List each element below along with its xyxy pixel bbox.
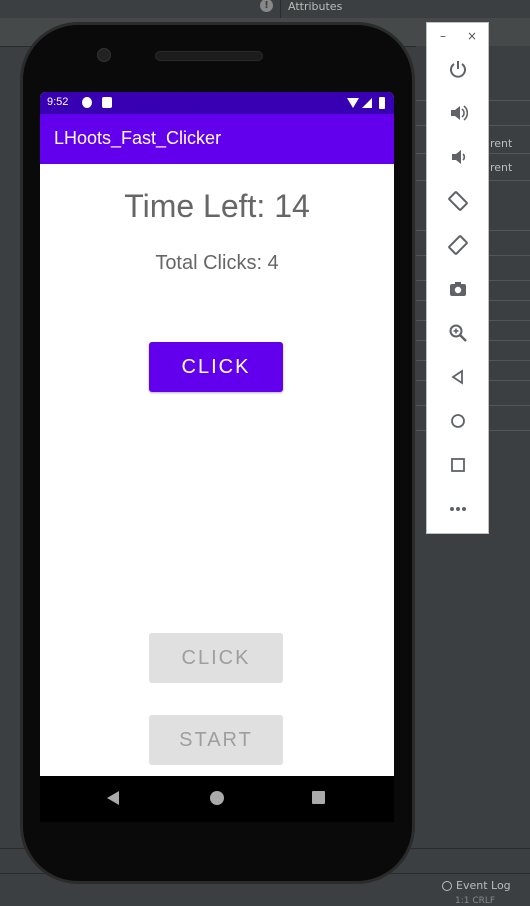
wifi-icon: [347, 98, 359, 108]
close-button[interactable]: ×: [467, 29, 477, 43]
time-left-text: Time Left: 14: [124, 188, 310, 224]
status-time: 9:52: [47, 96, 69, 108]
total-clicks-text: Total Clicks: 4: [155, 252, 279, 274]
overview-icon[interactable]: [442, 449, 474, 481]
minimize-button[interactable]: –: [440, 29, 446, 43]
volume-down-icon[interactable]: [442, 141, 474, 173]
event-log-icon: [442, 880, 452, 891]
emulator-toolbar: – ×: [426, 22, 489, 534]
app-bar: LHoots_Fast_Clicker: [40, 114, 394, 164]
attribute-value: rent: [490, 161, 513, 174]
attributes-panel-title: Attributes: [288, 0, 343, 13]
zoom-icon[interactable]: [442, 317, 474, 349]
home-icon[interactable]: [442, 405, 474, 437]
more-icon[interactable]: [442, 493, 474, 525]
ide-status-text: 1:1 CRLF: [455, 896, 496, 906]
camera-icon[interactable]: [442, 273, 474, 305]
sd-card-icon: [102, 97, 112, 108]
back-icon[interactable]: [442, 361, 474, 393]
android-status-bar: 9:52: [40, 92, 394, 114]
earpiece-speaker: [155, 51, 263, 61]
front-camera: [97, 48, 111, 62]
click-button[interactable]: CLICK: [149, 342, 283, 392]
event-log-button[interactable]: Event Log: [442, 879, 511, 892]
volume-up-icon[interactable]: [442, 97, 474, 129]
click-button-disabled[interactable]: CLICK: [149, 633, 283, 683]
start-button[interactable]: START: [149, 715, 283, 765]
power-icon[interactable]: [442, 53, 474, 85]
nav-recents-icon[interactable]: [312, 791, 325, 804]
app-title: LHoots_Fast_Clicker: [54, 128, 222, 148]
nav-back-icon[interactable]: [107, 791, 119, 805]
device-screen: 9:52 LHoots_Fast_Clicker Time Left: 14 T…: [40, 92, 394, 776]
notification-icon: [82, 97, 92, 108]
ide-divider: [280, 0, 281, 18]
rotate-left-icon[interactable]: [442, 185, 474, 217]
rotate-right-icon[interactable]: [442, 229, 474, 261]
battery-icon: [379, 97, 385, 109]
signal-icon: [362, 98, 372, 108]
event-log-label: Event Log: [456, 879, 511, 892]
android-nav-bar: [40, 776, 394, 822]
attribute-value: rent: [490, 137, 513, 150]
nav-home-icon[interactable]: [210, 791, 224, 805]
